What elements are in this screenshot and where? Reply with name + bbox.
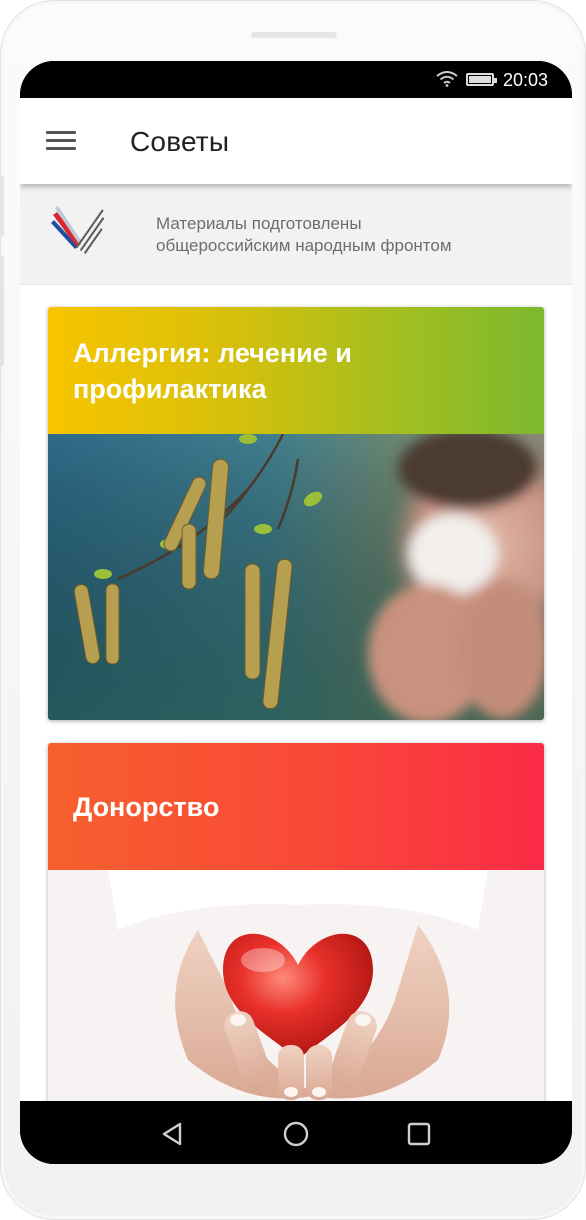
status-time: 20:03 <box>502 70 548 90</box>
onf-banner: Материалы подготовлены общероссийским на… <box>20 184 572 285</box>
card-title-line2: профилактика <box>73 374 267 404</box>
card-header: Аллергия: лечение и профилактика <box>48 307 544 434</box>
side-button <box>0 176 4 236</box>
phone-frame: 20:03 Советы Материалы подготовлены обще… <box>0 0 586 1220</box>
home-icon[interactable] <box>283 1121 309 1147</box>
hands-holding-heart-photo <box>48 870 544 1101</box>
screen: 20:03 Советы Материалы подготовлены обще… <box>20 61 572 1164</box>
app-bar: Советы <box>20 98 572 184</box>
banner-text: Материалы подготовлены общероссийским на… <box>156 213 452 257</box>
banner-text-line2: общероссийским народным фронтом <box>156 236 452 255</box>
card-header: Донорство <box>48 743 544 870</box>
battery-icon <box>466 73 497 86</box>
speaker-grille <box>251 32 337 38</box>
card-title: Донорство <box>73 792 220 822</box>
card-allergy[interactable]: Аллергия: лечение и профилактика <box>48 307 544 720</box>
banner-text-line1: Материалы подготовлены <box>156 214 362 233</box>
navigation-bar <box>20 1101 572 1164</box>
side-button <box>0 256 4 366</box>
birch-catkins-allergy-photo <box>48 434 544 720</box>
card-title-line1: Аллергия: лечение и <box>73 338 352 368</box>
wifi-icon <box>436 71 458 87</box>
back-icon[interactable] <box>160 1121 184 1147</box>
hamburger-menu-icon[interactable] <box>46 131 76 151</box>
status-bar: 20:03 <box>20 61 572 98</box>
page-title: Советы <box>130 126 230 157</box>
recent-apps-icon[interactable] <box>407 1122 431 1146</box>
card-title: Аллергия: лечение и профилактика <box>73 335 352 407</box>
onf-logo <box>51 206 105 254</box>
main-content[interactable]: Материалы подготовлены общероссийским на… <box>20 184 572 1101</box>
card-donorship[interactable]: Донорство <box>48 743 544 1101</box>
